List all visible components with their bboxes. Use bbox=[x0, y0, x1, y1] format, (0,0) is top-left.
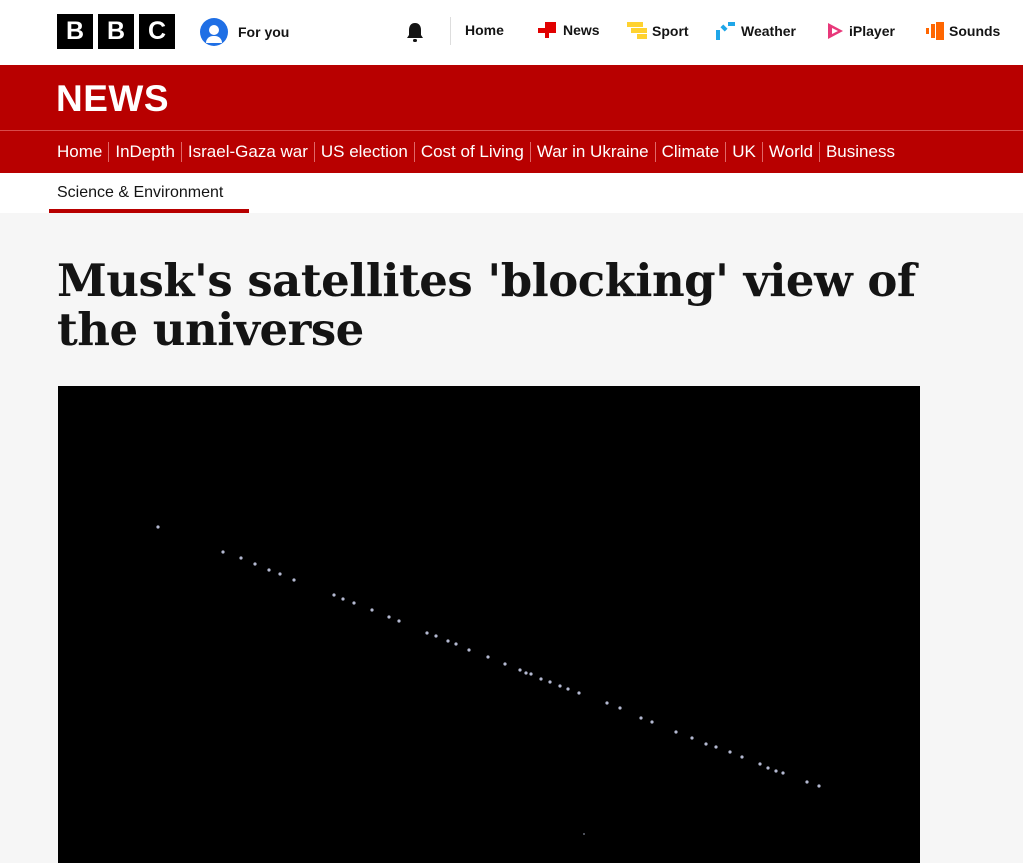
satellite-dot bbox=[529, 672, 533, 676]
satellite-dot bbox=[454, 642, 458, 646]
section-nav-israel-gaza[interactable]: Israel-Gaza war bbox=[182, 142, 315, 162]
for-you-label: For you bbox=[238, 24, 290, 40]
satellite-dot bbox=[650, 720, 654, 724]
satellite-dot bbox=[704, 742, 708, 746]
satellite-dot bbox=[352, 601, 356, 605]
satellite-dot bbox=[397, 619, 401, 623]
top-nav-label: News bbox=[563, 22, 600, 38]
satellite-dot bbox=[539, 677, 543, 681]
section-nav-home[interactable]: Home bbox=[57, 142, 110, 162]
section-nav-indepth[interactable]: InDepth bbox=[109, 142, 182, 162]
top-nav-label: Home bbox=[465, 22, 504, 38]
satellite-dot bbox=[577, 691, 581, 695]
satellite-dot bbox=[548, 680, 552, 684]
satellite-dot bbox=[524, 671, 528, 675]
satellite-dot bbox=[805, 780, 809, 784]
satellite-dot bbox=[566, 687, 570, 691]
satellite-dot bbox=[690, 736, 694, 740]
iplayer-icon bbox=[828, 23, 843, 39]
news-icon bbox=[538, 22, 556, 38]
banner-divider bbox=[0, 130, 1023, 131]
satellite-dot bbox=[267, 568, 271, 572]
satellite-dot bbox=[674, 730, 678, 734]
account-icon bbox=[200, 18, 228, 46]
satellite-dot bbox=[766, 766, 770, 770]
satellite-dot bbox=[728, 750, 732, 754]
satellite-dot bbox=[639, 716, 643, 720]
top-nav-news[interactable]: News bbox=[538, 22, 600, 38]
satellite-dot bbox=[278, 572, 282, 576]
top-nav-sport[interactable]: Sport bbox=[627, 22, 689, 40]
satellite-dot bbox=[618, 706, 622, 710]
satellite-dot bbox=[387, 615, 391, 619]
satellite-dot bbox=[341, 597, 345, 601]
active-section-indicator bbox=[49, 209, 249, 213]
top-nav-label: iPlayer bbox=[849, 23, 895, 39]
satellite-dot bbox=[740, 755, 744, 759]
satellite-dot bbox=[583, 833, 585, 835]
satellite-dot bbox=[518, 668, 522, 672]
satellite-dot bbox=[758, 762, 762, 766]
satellite-dot bbox=[467, 648, 471, 652]
top-nav-sounds[interactable]: Sounds bbox=[926, 22, 1000, 40]
top-nav-label: Sounds bbox=[949, 23, 1001, 39]
satellite-dot bbox=[253, 562, 257, 566]
sounds-icon bbox=[926, 22, 944, 40]
satellite-dot bbox=[486, 655, 490, 659]
news-title[interactable]: NEWS bbox=[56, 78, 169, 120]
section-nav-world[interactable]: World bbox=[763, 142, 820, 162]
satellite-dot bbox=[503, 662, 507, 666]
section-nav-cost-of-living[interactable]: Cost of Living bbox=[415, 142, 531, 162]
article-hero-image bbox=[58, 386, 920, 863]
bbc-logo[interactable]: B B C bbox=[57, 14, 175, 49]
nav-divider bbox=[450, 17, 451, 45]
top-nav-weather[interactable]: Weather bbox=[716, 22, 796, 40]
logo-letter: B bbox=[57, 14, 93, 49]
section-nav-business[interactable]: Business bbox=[820, 142, 901, 162]
satellite-dot bbox=[221, 550, 225, 554]
top-nav-home[interactable]: Home bbox=[465, 22, 504, 38]
sport-icon bbox=[627, 22, 647, 39]
section-nav: Home InDepth Israel-Gaza war US election… bbox=[57, 142, 901, 162]
for-you-link[interactable]: For you bbox=[200, 18, 289, 46]
notification-bell-icon[interactable] bbox=[404, 21, 426, 43]
satellite-dot bbox=[774, 769, 778, 773]
section-nav-us-election[interactable]: US election bbox=[315, 142, 415, 162]
satellite-dot bbox=[714, 745, 718, 749]
top-nav-label: Weather bbox=[741, 23, 796, 39]
section-nav-uk[interactable]: UK bbox=[726, 142, 763, 162]
subsection-link[interactable]: Science & Environment bbox=[57, 184, 223, 202]
satellite-dot bbox=[425, 631, 429, 635]
section-nav-ukraine[interactable]: War in Ukraine bbox=[531, 142, 656, 162]
satellite-dot bbox=[332, 593, 336, 597]
satellite-dot bbox=[781, 771, 785, 775]
satellite-dot bbox=[239, 556, 243, 560]
satellite-dot bbox=[817, 784, 821, 788]
section-nav-climate[interactable]: Climate bbox=[656, 142, 727, 162]
satellite-dot bbox=[156, 525, 160, 529]
satellite-dot bbox=[558, 684, 562, 688]
satellite-dot bbox=[605, 701, 609, 705]
logo-letter: B bbox=[98, 14, 134, 49]
satellite-dot bbox=[446, 639, 450, 643]
satellite-dot bbox=[292, 578, 296, 582]
weather-icon bbox=[716, 22, 735, 40]
article-headline: Musk's satellites 'blocking' view of the… bbox=[57, 254, 916, 356]
satellite-dot bbox=[370, 608, 374, 612]
satellite-train-image bbox=[156, 525, 821, 835]
logo-letter: C bbox=[139, 14, 175, 49]
top-nav-iplayer[interactable]: iPlayer bbox=[826, 22, 895, 40]
top-nav-label: Sport bbox=[652, 23, 689, 39]
satellite-dot bbox=[434, 634, 438, 638]
